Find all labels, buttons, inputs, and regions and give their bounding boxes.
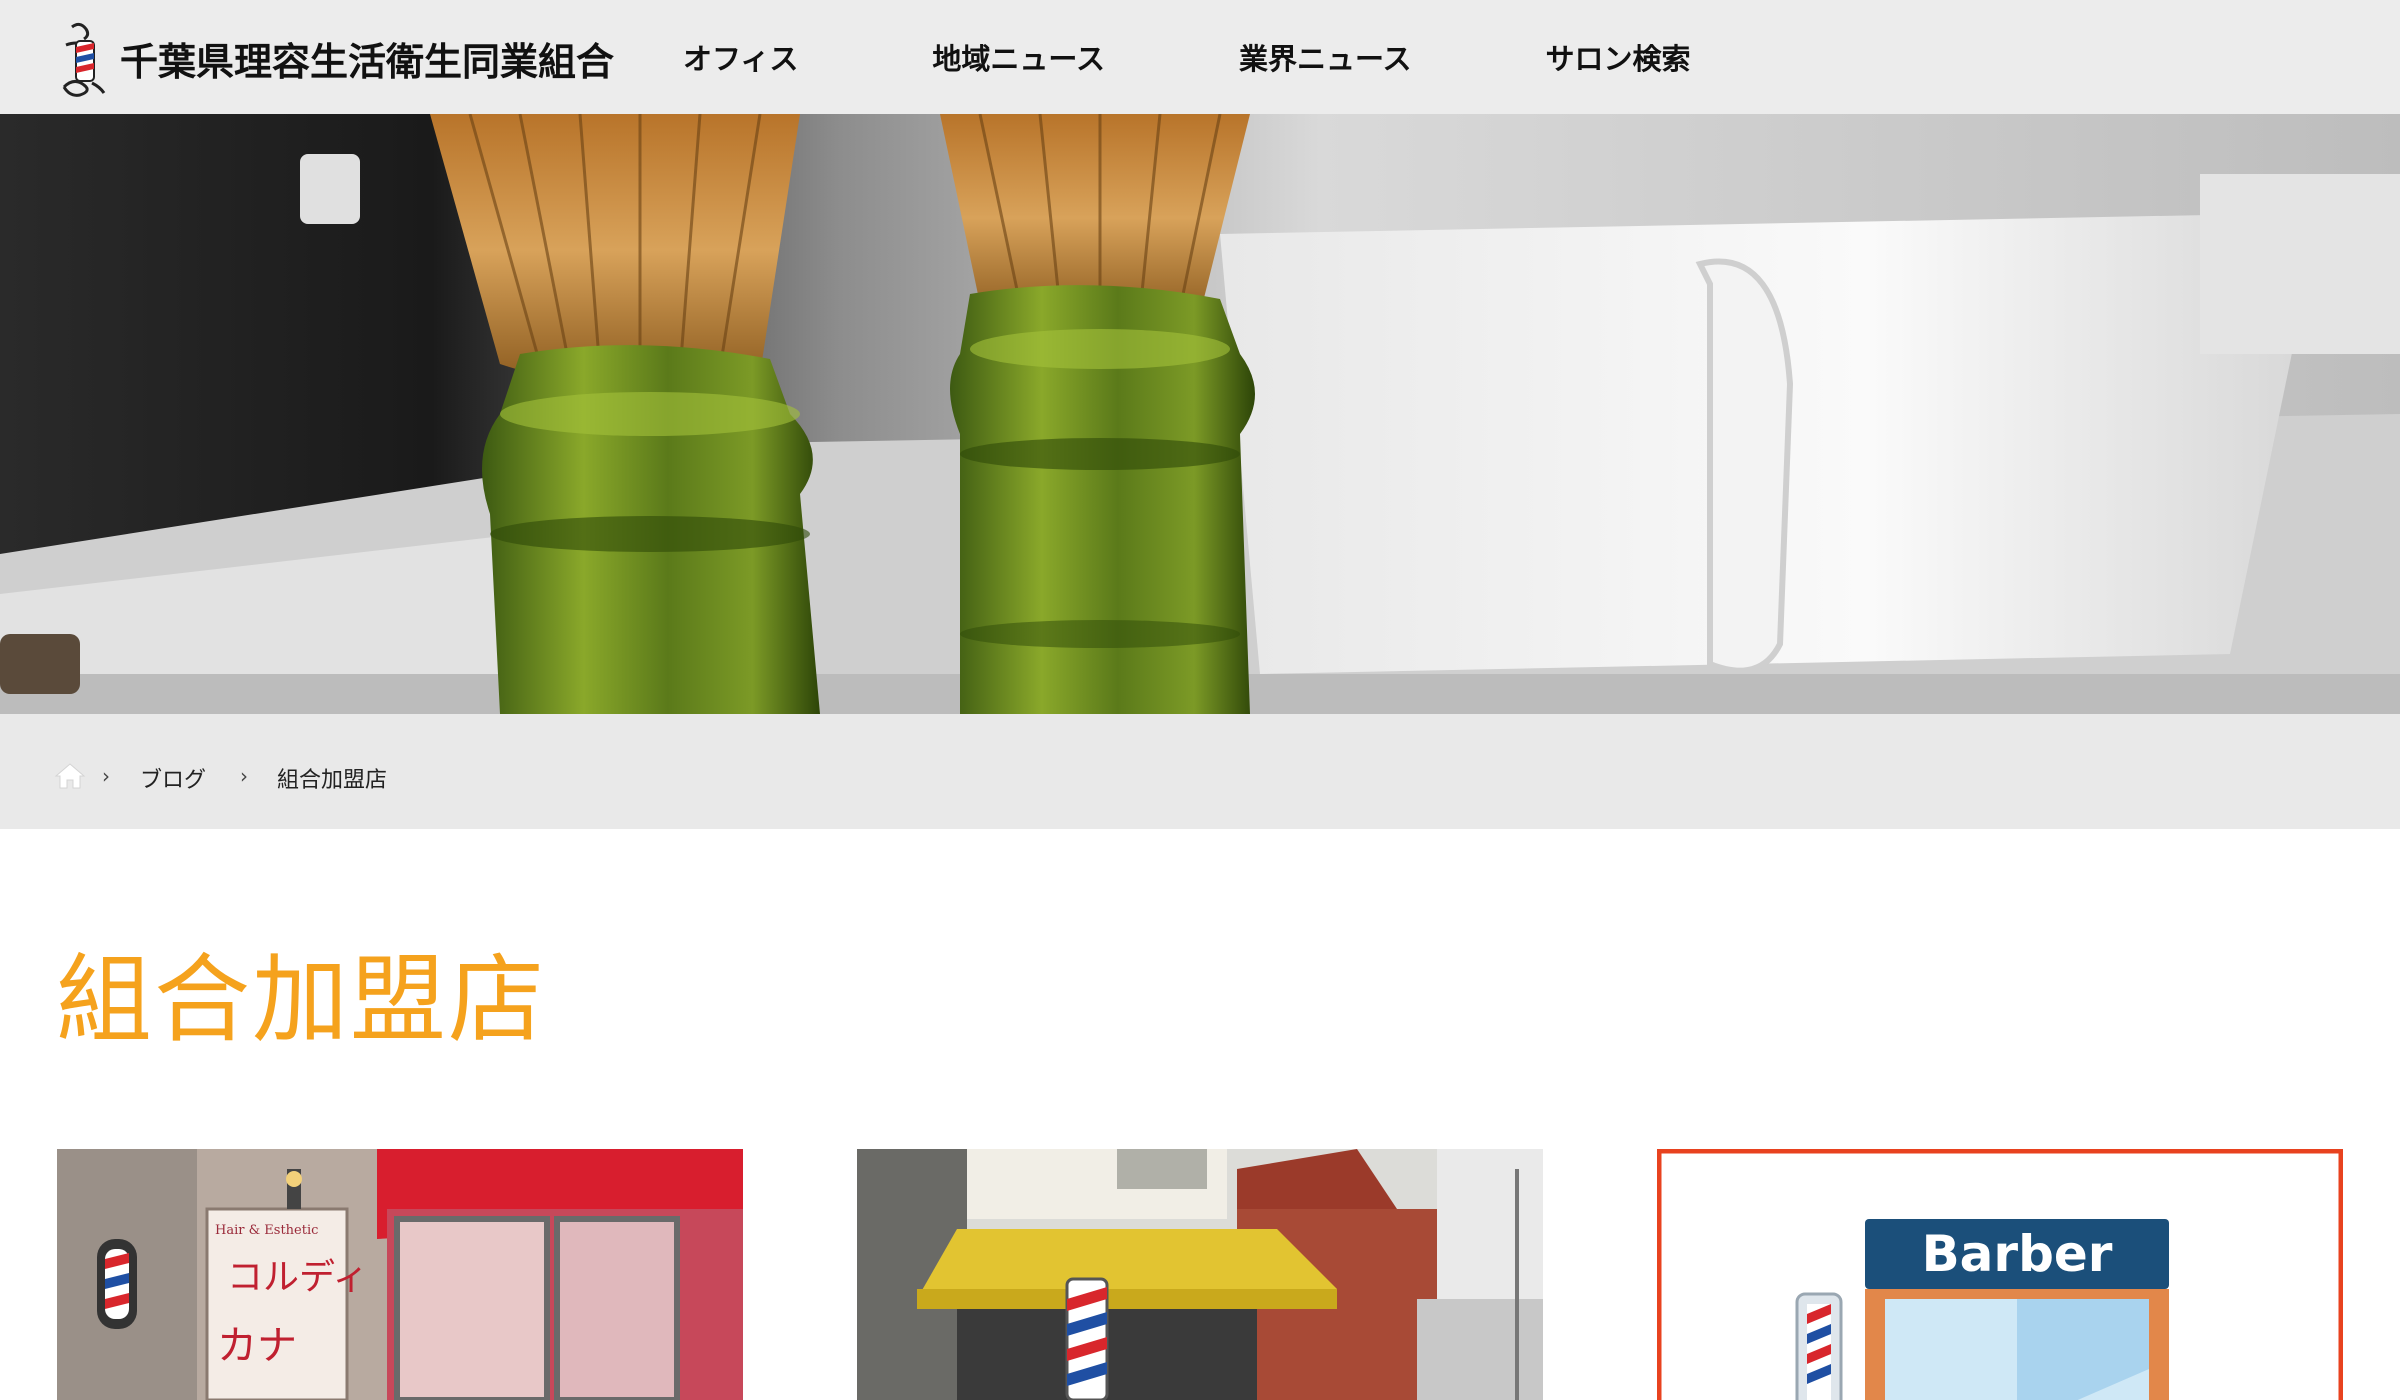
breadcrumb-separator: › xyxy=(102,764,110,788)
nav-item-salon-search[interactable]: サロン検索 xyxy=(1546,36,1691,78)
site-logo-text: 千葉県理容生活衛生同業組合 xyxy=(120,39,615,84)
sign-line2-text: カナ xyxy=(217,1323,297,1369)
nav-item-local-news[interactable]: 地域ニュース xyxy=(932,36,1105,78)
site-header: 千葉県理容生活衛生同業組合 オフィス 地域ニュース 業界ニュース サロン検索 xyxy=(0,0,2400,114)
home-icon[interactable] xyxy=(54,762,86,790)
salon-card[interactable]: Barber xyxy=(1657,1149,2343,1400)
salon-card[interactable] xyxy=(857,1149,1543,1400)
breadcrumb-item-blog[interactable]: ブログ xyxy=(140,762,206,794)
barber-sign-text: Barber xyxy=(1922,1225,2113,1283)
barber-pole-logo-icon xyxy=(62,22,106,97)
sign-large-text: コルディ xyxy=(227,1257,368,1298)
salon-photo xyxy=(857,1149,1543,1400)
salon-photo: Hair & Esthetic コルディ カナ xyxy=(57,1149,743,1400)
page-title: 組合加盟店 xyxy=(56,944,546,1056)
breadcrumb-separator: › xyxy=(240,764,248,788)
main-nav: オフィス 地域ニュース 業界ニュース サロン検索 xyxy=(683,0,1691,114)
hero-image xyxy=(0,114,2400,714)
shaving-brushes-photo xyxy=(0,114,2400,714)
barber-illustration: Barber xyxy=(1657,1149,2343,1400)
site-logo[interactable]: 千葉県理容生活衛生同業組合 xyxy=(58,16,658,100)
sign-small-text: Hair & Esthetic xyxy=(215,1223,318,1238)
breadcrumb-item-current: 組合加盟店 xyxy=(277,768,388,793)
salon-card[interactable]: Hair & Esthetic コルディ カナ xyxy=(57,1149,743,1400)
nav-item-office[interactable]: オフィス xyxy=(683,36,798,78)
nav-item-industry-news[interactable]: 業界ニュース xyxy=(1239,36,1412,78)
